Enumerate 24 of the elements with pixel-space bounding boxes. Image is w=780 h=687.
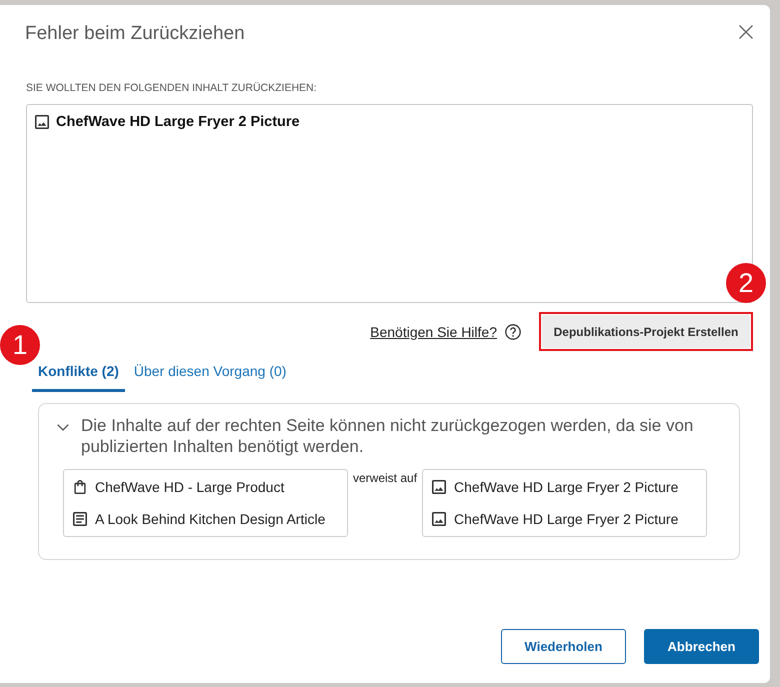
help-link[interactable]: Benötigen Sie Hilfe? [370,324,497,340]
callout-badge: 1 [0,325,40,365]
retry-button[interactable]: Wiederholen [501,629,626,664]
help-icon[interactable] [505,324,521,340]
reference-item[interactable]: ChefWave HD - Large Product [95,479,284,495]
reference-item[interactable]: A Look Behind Kitchen Design Article [95,511,326,527]
dialog-title: Fehler beim Zurückziehen [25,22,245,46]
create-project-button[interactable]: Depublikations-Projekt Erstellen [542,315,750,348]
conflict-message: Die Inhalte auf der rechten Seite können nicht zurückgezogen werden, da sie von publizierten Inhalten benötigt werden. [81,415,694,457]
callout-badge: 2 [726,263,766,303]
content-item: ChefWave HD Large Fryer 2 Picture [56,114,300,130]
chevron-down-icon[interactable] [57,424,69,431]
close-icon[interactable] [739,25,753,39]
image-icon [432,480,446,494]
reference-item[interactable]: ChefWave HD Large Fryer 2 Picture [454,479,678,495]
image-icon [432,512,446,526]
relation-label: verweist auf [353,471,418,485]
shopping-bag-icon [73,480,87,494]
reference-item[interactable]: ChefWave HD Large Fryer 2 Picture [454,511,678,527]
image-icon [35,115,49,129]
cancel-button[interactable]: Abbrechen [644,629,759,664]
document-icon [73,512,87,526]
section-label: SIE WOLLTEN DEN FOLGENDEN INHALT ZURÜCKZIEHEN: [26,82,317,94]
tab[interactable]: Über diesen Vorgang (0) [128,358,292,392]
